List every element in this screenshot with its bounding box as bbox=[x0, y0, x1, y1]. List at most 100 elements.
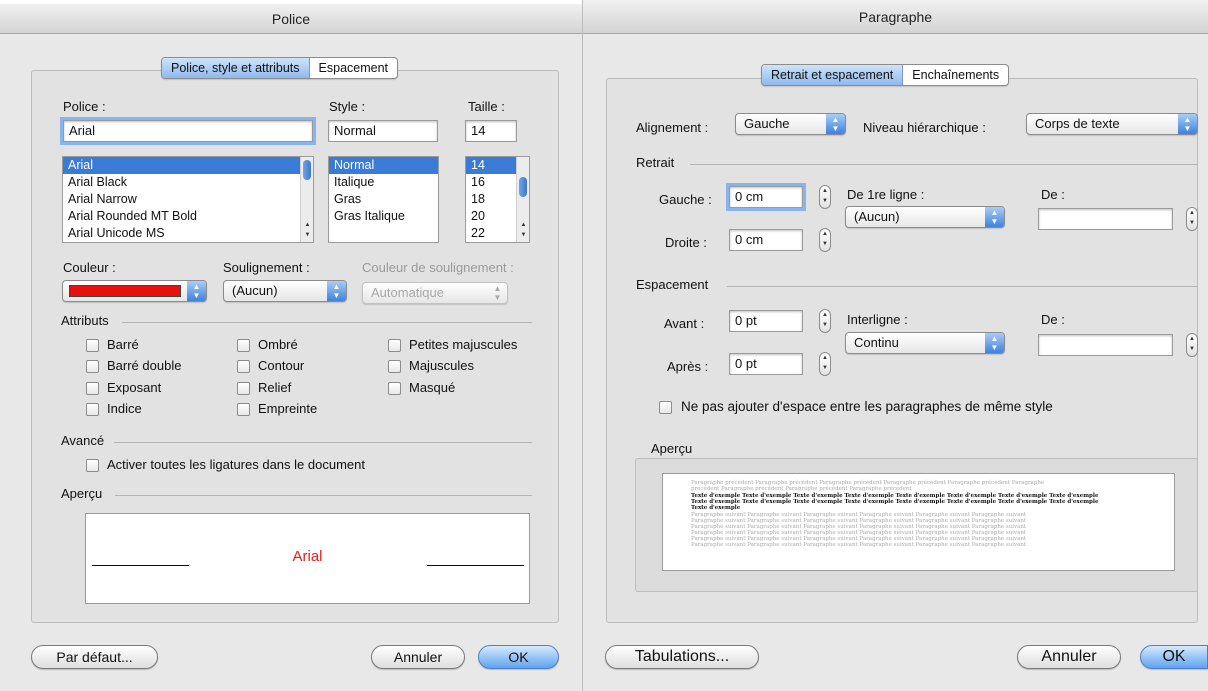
style-list-item[interactable]: Gras Italique bbox=[329, 208, 438, 225]
after-stepper-icon[interactable]: ▲ ▼ bbox=[819, 352, 831, 376]
first-line-value: (Aucun) bbox=[854, 209, 900, 224]
right-indent-label: Droite : bbox=[665, 235, 707, 250]
ligatures-label: Activer toutes les ligatures dans le doc… bbox=[107, 457, 365, 472]
indent-by-input[interactable] bbox=[1038, 208, 1173, 230]
tab-police-style-attributs[interactable]: Police, style et attributs bbox=[162, 58, 310, 78]
paragraphe-tab-bar: Retrait et espacement Enchaînements bbox=[761, 64, 1010, 86]
updown-arrows-icon: ▲ ▼ bbox=[985, 333, 1004, 353]
underline-popup[interactable]: (Aucun) ▲ ▼ bbox=[223, 280, 347, 302]
attr-empreinte-label: Empreinte bbox=[258, 401, 318, 416]
font-list-item[interactable]: Arial bbox=[63, 157, 313, 174]
cancel-button[interactable]: Annuler bbox=[1017, 645, 1121, 669]
right-indent-stepper-icon[interactable]: ▲ ▼ bbox=[819, 228, 831, 252]
indent-divider bbox=[690, 164, 1198, 165]
no-space-label: Ne pas ajouter d'espace entre les paragr… bbox=[681, 399, 1053, 414]
checkbox-empreinte[interactable] bbox=[237, 403, 250, 416]
right-indent-input[interactable]: 0 cm bbox=[729, 229, 803, 251]
color-popup[interactable]: ▲ ▼ bbox=[62, 280, 207, 302]
preview-sample-line: Texte d'exemple Texte d'exemple Texte d'… bbox=[691, 499, 1099, 505]
font-list-item[interactable]: Arial Black bbox=[63, 174, 313, 191]
left-indent-stepper-icon[interactable]: ▲ ▼ bbox=[819, 185, 831, 209]
color-label: Couleur : bbox=[63, 260, 116, 275]
font-list-item[interactable]: Arial Unicode MS bbox=[63, 225, 313, 242]
police-title: Police bbox=[0, 4, 582, 34]
alignment-popup[interactable]: Gauche ▲ ▼ bbox=[735, 113, 846, 135]
ok-button[interactable]: OK bbox=[1140, 645, 1208, 669]
underline-label: Soulignement : bbox=[223, 260, 310, 275]
scroll-down-arrow-icon[interactable]: ▼ bbox=[517, 231, 529, 240]
checkbox-barre-double[interactable] bbox=[86, 360, 99, 373]
attr-majuscules-label: Majuscules bbox=[409, 358, 475, 373]
preview-baseline-right bbox=[427, 565, 524, 566]
style-list-item[interactable]: Italique bbox=[329, 174, 438, 191]
size-list-scrollbar[interactable]: ▲ ▼ bbox=[516, 157, 529, 242]
before-input[interactable]: 0 pt bbox=[729, 310, 803, 332]
line-spacing-popup[interactable]: Continu ▲ ▼ bbox=[845, 332, 1005, 354]
scroll-up-arrow-icon[interactable]: ▲ bbox=[301, 221, 313, 230]
attr-petites-majuscules-label: Petites majuscules bbox=[409, 337, 518, 352]
tab-retrait-espacement[interactable]: Retrait et espacement bbox=[762, 65, 904, 85]
updown-arrows-icon: ▲ ▼ bbox=[187, 281, 206, 301]
tab-enchainements[interactable]: Enchaînements bbox=[903, 65, 1008, 85]
alignment-label: Alignement : bbox=[636, 120, 709, 135]
style-input[interactable]: Normal bbox=[328, 120, 438, 142]
level-label: Niveau hiérarchique : bbox=[863, 120, 986, 135]
cancel-button[interactable]: Annuler bbox=[371, 645, 465, 669]
left-indent-label: Gauche : bbox=[659, 192, 712, 207]
tabs-button[interactable]: Tabulations... bbox=[605, 645, 759, 669]
alignment-value: Gauche bbox=[744, 116, 790, 131]
checkbox-exposant[interactable] bbox=[86, 382, 99, 395]
line-spacing-value: Continu bbox=[854, 335, 899, 350]
preview-baseline-left bbox=[92, 565, 189, 566]
scroll-up-arrow-icon[interactable]: ▲ bbox=[517, 221, 529, 230]
first-line-popup[interactable]: (Aucun) ▲ ▼ bbox=[845, 206, 1005, 228]
checkbox-relief[interactable] bbox=[237, 382, 250, 395]
style-list-item[interactable]: Gras bbox=[329, 191, 438, 208]
indent-by-stepper-icon[interactable]: ▲ ▼ bbox=[1186, 207, 1198, 231]
default-button[interactable]: Par défaut... bbox=[31, 645, 158, 669]
before-stepper-icon[interactable]: ▲ ▼ bbox=[819, 309, 831, 333]
checkbox-barre[interactable] bbox=[86, 339, 99, 352]
font-label: Police : bbox=[63, 99, 106, 114]
checkbox-ombre[interactable] bbox=[237, 339, 250, 352]
ok-button[interactable]: OK bbox=[478, 645, 559, 669]
after-input[interactable]: 0 pt bbox=[729, 353, 803, 375]
indent-by-label: De : bbox=[1041, 187, 1065, 202]
checkbox-petites-majuscules[interactable] bbox=[388, 339, 401, 352]
font-list-scrollbar[interactable]: ▲ ▼ bbox=[300, 157, 313, 242]
size-list[interactable]: 14 16 18 20 22 ▲ ▼ bbox=[465, 156, 530, 243]
scroll-down-arrow-icon[interactable]: ▼ bbox=[301, 231, 313, 240]
level-popup[interactable]: Corps de texte ▲ ▼ bbox=[1026, 113, 1198, 135]
scroll-thumb[interactable] bbox=[303, 160, 311, 180]
line-by-label: De : bbox=[1041, 312, 1065, 327]
underline-color-popup: Automatique ▲ ▼ bbox=[362, 282, 508, 304]
size-list-item[interactable]: 14 bbox=[466, 157, 516, 174]
font-list-item[interactable]: Arial Narrow bbox=[63, 191, 313, 208]
paragraph-preview-box: Paragraphe précédent Paragraphe précéden… bbox=[662, 473, 1175, 571]
font-name-input[interactable]: Arial bbox=[60, 117, 316, 145]
left-indent-input[interactable]: 0 cm bbox=[726, 183, 806, 211]
style-list[interactable]: Normal Italique Gras Gras Italique bbox=[328, 156, 439, 243]
attributes-divider bbox=[122, 322, 532, 323]
tab-espacement[interactable]: Espacement bbox=[310, 58, 397, 78]
underline-color-label: Couleur de soulignement : bbox=[362, 260, 514, 275]
attributes-label: Attributs bbox=[61, 313, 109, 328]
size-input[interactable]: 14 bbox=[465, 120, 517, 142]
style-list-item[interactable]: Normal bbox=[329, 157, 438, 174]
updown-arrows-icon: ▲ ▼ bbox=[985, 207, 1004, 227]
line-by-input[interactable] bbox=[1038, 334, 1173, 356]
checkbox-contour[interactable] bbox=[237, 360, 250, 373]
preview-before-line: précédent Paragraphe précédent Paragraph… bbox=[691, 486, 912, 492]
checkbox-indice[interactable] bbox=[86, 403, 99, 416]
font-list[interactable]: Arial Arial Black Arial Narrow Arial Rou… bbox=[62, 156, 314, 243]
checkbox-majuscules[interactable] bbox=[388, 360, 401, 373]
checkbox-no-space[interactable] bbox=[659, 401, 672, 414]
police-dialog: Police Police, style et attributs Espace… bbox=[0, 0, 582, 691]
font-list-item[interactable]: Arial Rounded MT Bold bbox=[63, 208, 313, 225]
checkbox-masque[interactable] bbox=[388, 382, 401, 395]
underline-value: (Aucun) bbox=[232, 283, 278, 298]
line-by-stepper-icon[interactable]: ▲ ▼ bbox=[1186, 333, 1198, 357]
attr-exposant-label: Exposant bbox=[107, 380, 162, 395]
checkbox-ligatures[interactable] bbox=[86, 459, 99, 472]
scroll-thumb[interactable] bbox=[519, 177, 527, 197]
